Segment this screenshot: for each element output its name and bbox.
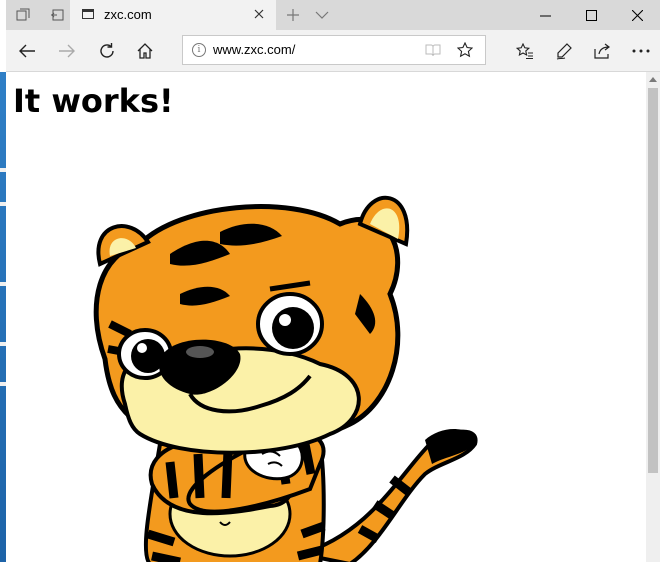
web-page-content: It works! (6, 72, 646, 562)
tab-active[interactable]: zxc.com (70, 0, 276, 30)
address-bar[interactable]: i www.zxc.com/ (182, 35, 486, 65)
window-controls (522, 0, 660, 30)
set-tabs-aside-icon[interactable] (40, 0, 74, 30)
vertical-scrollbar[interactable] (646, 72, 660, 562)
close-window-icon[interactable] (614, 0, 660, 30)
tab-bar: zxc.com (6, 0, 660, 30)
tab-title: zxc.com (104, 7, 152, 22)
favorite-star-icon[interactable] (455, 41, 475, 59)
maximize-icon[interactable] (568, 0, 614, 30)
address-url[interactable]: www.zxc.com/ (213, 42, 295, 57)
new-tab-icon[interactable] (282, 5, 304, 25)
tiger-mascot-image (93, 195, 478, 562)
reading-view-icon[interactable] (423, 41, 443, 59)
tab-actions (6, 0, 74, 30)
scroll-up-arrow-icon[interactable] (646, 72, 660, 86)
back-icon[interactable] (12, 36, 42, 66)
tab-preview-chevron-icon[interactable] (311, 5, 333, 25)
more-icon[interactable] (626, 36, 656, 66)
page-favicon-icon (82, 9, 94, 19)
site-info-icon[interactable]: i (192, 43, 206, 57)
forward-icon[interactable] (52, 36, 82, 66)
browser-window: zxc.com i www.zxc.com/ It works! (6, 0, 660, 562)
minimize-icon[interactable] (522, 0, 568, 30)
navigation-toolbar: i www.zxc.com/ (6, 30, 660, 72)
refresh-icon[interactable] (92, 36, 122, 66)
share-icon[interactable] (588, 36, 618, 66)
web-note-icon[interactable] (549, 36, 579, 66)
tabs-aside-icon[interactable] (6, 0, 40, 30)
close-tab-icon[interactable] (250, 5, 268, 23)
favorites-hub-icon[interactable] (510, 36, 540, 66)
scroll-thumb[interactable] (648, 88, 658, 473)
home-icon[interactable] (130, 36, 160, 66)
page-heading: It works! (13, 82, 174, 120)
